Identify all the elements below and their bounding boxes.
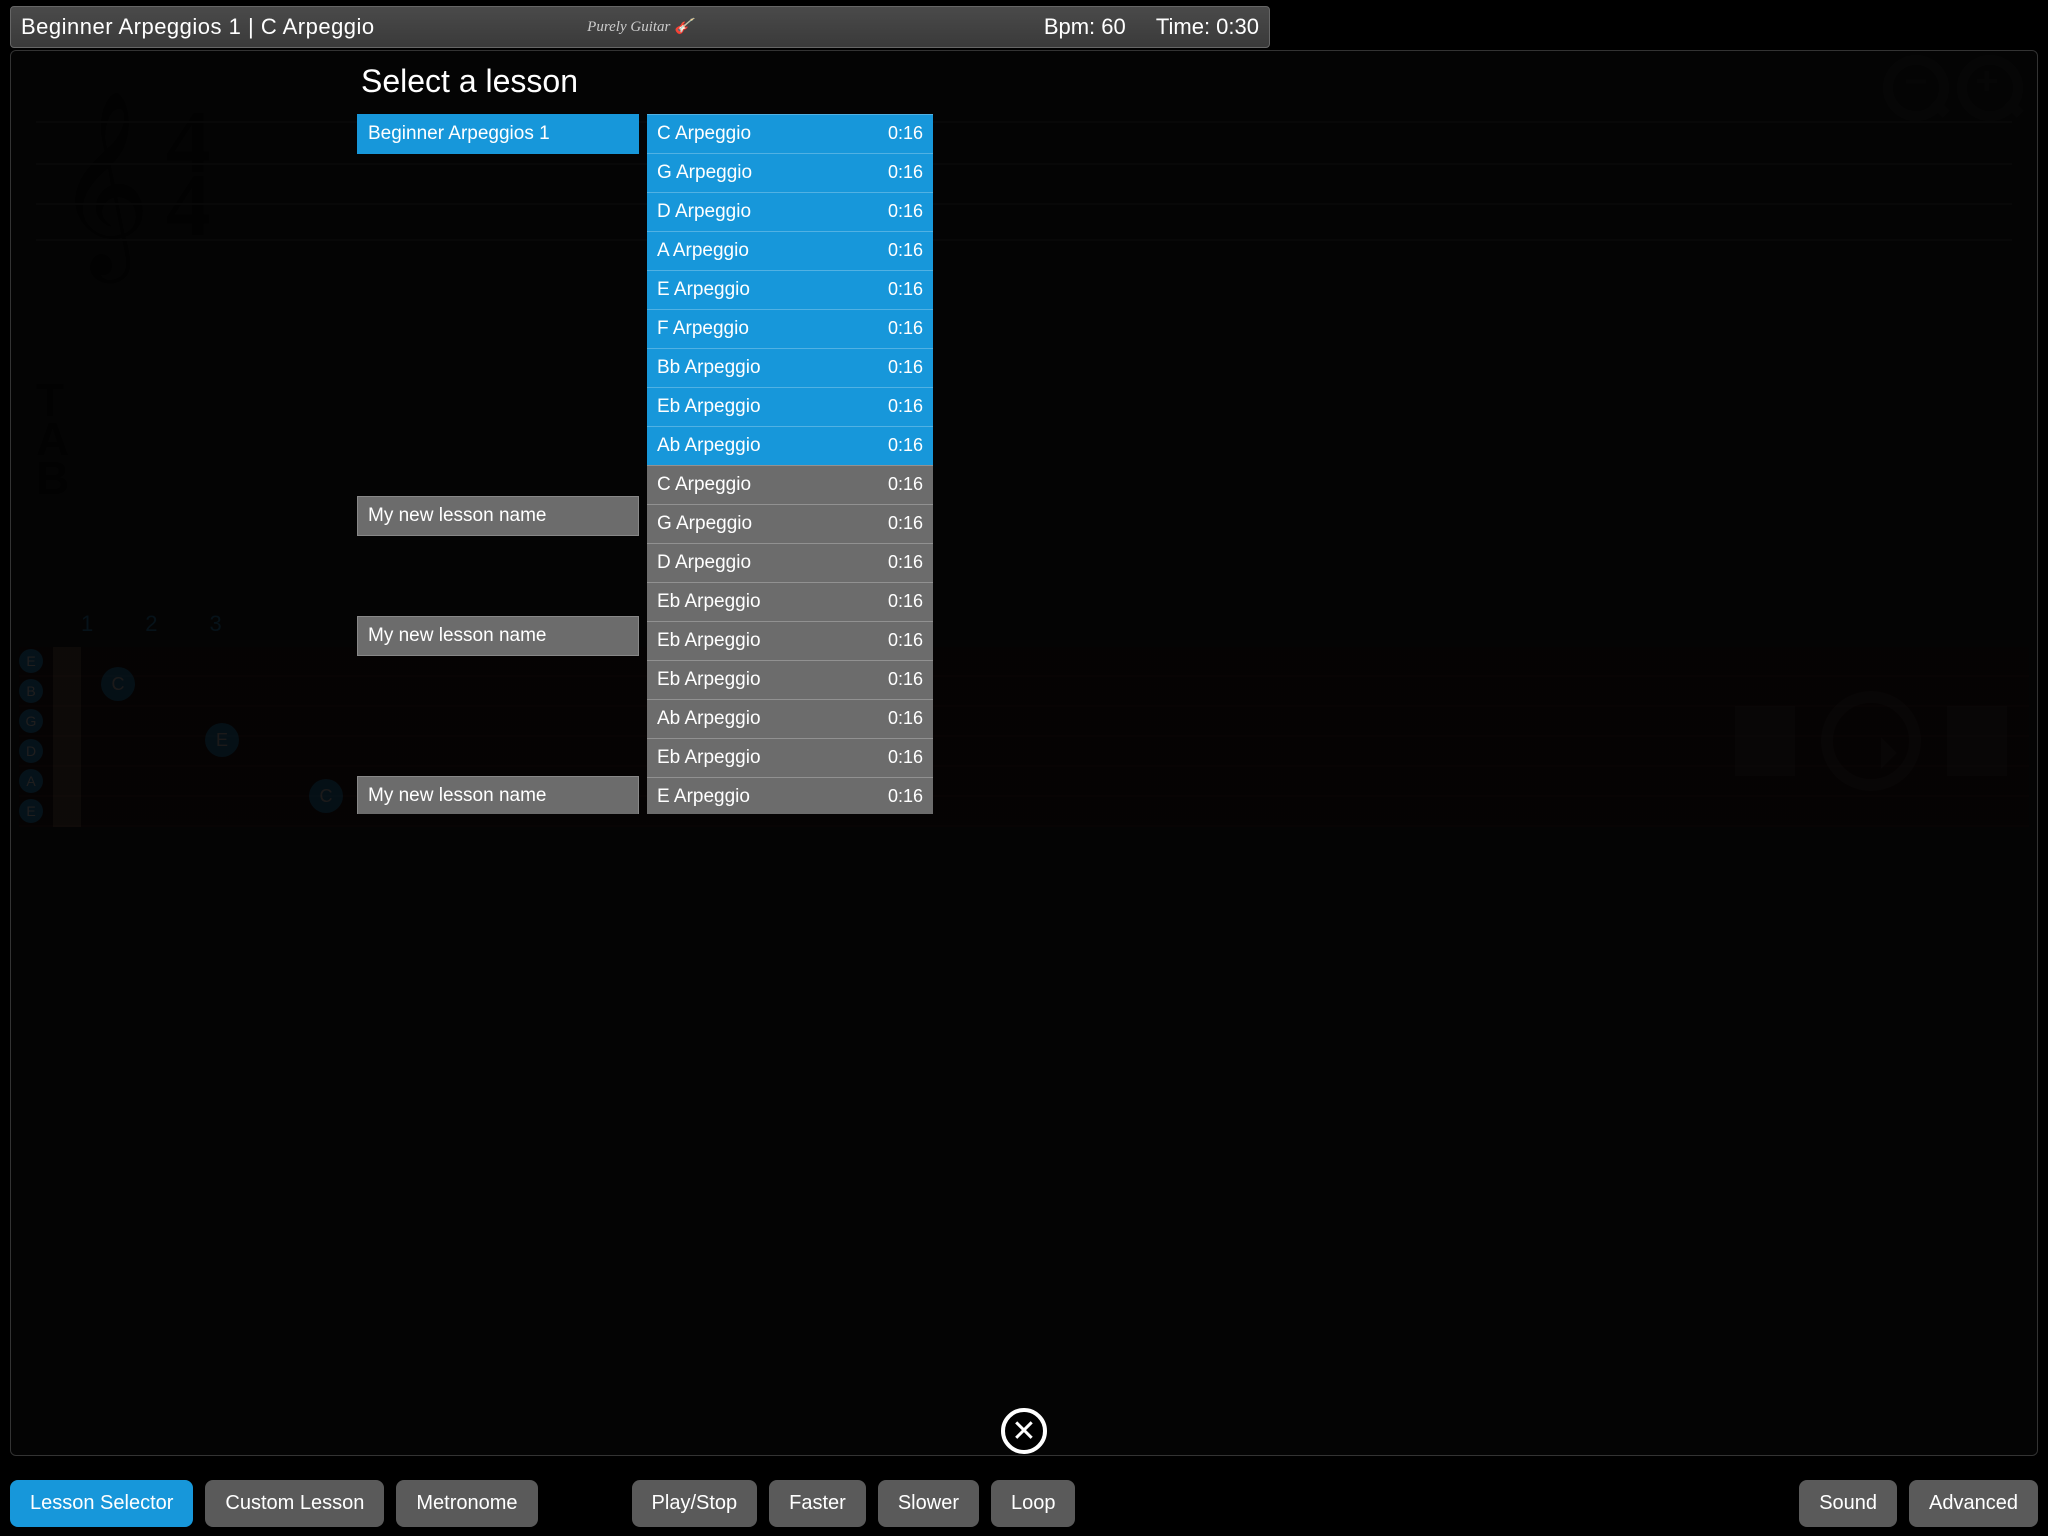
lesson-item-name: Eb Arpeggio — [657, 630, 761, 652]
lesson-item-duration: 0:16 — [888, 435, 923, 457]
dialog-heading: Select a lesson — [361, 63, 937, 100]
lesson-item-duration: 0:16 — [888, 669, 923, 691]
brand-logo: Purely Guitar 🎸 — [587, 20, 693, 35]
lesson-item[interactable]: Eb Arpeggio 0:16 — [647, 738, 933, 777]
lesson-pack-item[interactable]: My new lesson name — [357, 616, 639, 656]
lesson-item-duration: 0:16 — [888, 318, 923, 340]
bottom-toolbar: Lesson Selector Custom Lesson Metronome … — [10, 1476, 2038, 1530]
faster-button[interactable]: Faster — [769, 1480, 866, 1527]
lesson-item-name: E Arpeggio — [657, 786, 750, 808]
lesson-item-duration: 0:16 — [888, 708, 923, 730]
lesson-pack-item[interactable]: My new lesson name — [357, 776, 639, 814]
advanced-button[interactable]: Advanced — [1909, 1480, 2038, 1527]
lesson-pack-item[interactable]: Beginner Arpeggios 1 — [357, 114, 639, 154]
lesson-item[interactable]: A Arpeggio 0:16 — [647, 231, 933, 270]
modal-backdrop — [11, 51, 2037, 1455]
lesson-item[interactable]: D Arpeggio 0:16 — [647, 192, 933, 231]
lesson-item-duration: 0:16 — [888, 279, 923, 301]
loop-button[interactable]: Loop — [991, 1480, 1076, 1527]
lesson-item[interactable]: Eb Arpeggio 0:16 — [647, 660, 933, 699]
lesson-item[interactable]: C Arpeggio 0:16 — [647, 465, 933, 504]
lesson-selector-button[interactable]: Lesson Selector — [10, 1480, 193, 1527]
lesson-item[interactable]: E Arpeggio 0:16 — [647, 270, 933, 309]
lesson-item-duration: 0:16 — [888, 201, 923, 223]
lesson-item[interactable]: G Arpeggio 0:16 — [647, 504, 933, 543]
lesson-item-name: Bb Arpeggio — [657, 357, 761, 379]
time-label: Time: 0:30 — [1156, 14, 1259, 39]
metronome-button[interactable]: Metronome — [396, 1480, 537, 1527]
page-title: Beginner Arpeggios 1 | C Arpeggio — [21, 14, 375, 40]
lesson-item-name: D Arpeggio — [657, 552, 751, 574]
custom-lesson-button[interactable]: Custom Lesson — [205, 1480, 384, 1527]
lesson-item-name: Eb Arpeggio — [657, 747, 761, 769]
top-bar: Beginner Arpeggios 1 | C Arpeggio Purely… — [10, 6, 1270, 48]
lesson-item-name: Eb Arpeggio — [657, 591, 761, 613]
lesson-item-name: Ab Arpeggio — [657, 435, 761, 457]
lesson-item-duration: 0:16 — [888, 396, 923, 418]
lesson-item[interactable]: C Arpeggio 0:16 — [647, 114, 933, 153]
lesson-item[interactable]: Bb Arpeggio 0:16 — [647, 348, 933, 387]
play-stop-button[interactable]: Play/Stop — [632, 1480, 758, 1527]
lesson-item[interactable]: F Arpeggio 0:16 — [647, 309, 933, 348]
lesson-item-duration: 0:16 — [888, 552, 923, 574]
lesson-list[interactable]: C Arpeggio 0:16 G Arpeggio 0:16 D Arpeggio 0:… — [647, 114, 933, 814]
lesson-item-duration: 0:16 — [888, 474, 923, 496]
lesson-item[interactable]: E Arpeggio 0:16 — [647, 777, 933, 814]
lesson-item-duration: 0:16 — [888, 240, 923, 262]
lesson-item-name: D Arpeggio — [657, 201, 751, 223]
notation-stage: 𝄞 4 4 T A B 1 2 3 E B G D A E C E C Sele… — [10, 50, 2038, 1456]
lesson-item-duration: 0:16 — [888, 123, 923, 145]
lesson-item[interactable]: Ab Arpeggio 0:16 — [647, 426, 933, 465]
lesson-item-name: F Arpeggio — [657, 318, 749, 340]
lesson-item-duration: 0:16 — [888, 357, 923, 379]
lesson-item-duration: 0:16 — [888, 630, 923, 652]
lesson-item-duration: 0:16 — [888, 513, 923, 535]
lesson-pack-list[interactable]: Beginner Arpeggios 1 My new lesson name My… — [357, 114, 639, 814]
lesson-item-name: Eb Arpeggio — [657, 396, 761, 418]
lesson-pack-item[interactable]: My new lesson name — [357, 496, 639, 536]
lesson-item[interactable]: Eb Arpeggio 0:16 — [647, 582, 933, 621]
lesson-item-duration: 0:16 — [888, 747, 923, 769]
lesson-item-name: C Arpeggio — [657, 123, 751, 145]
lesson-item[interactable]: Eb Arpeggio 0:16 — [647, 387, 933, 426]
lesson-item-name: E Arpeggio — [657, 279, 750, 301]
lesson-item-name: G Arpeggio — [657, 162, 752, 184]
bpm-label: Bpm: 60 — [1044, 14, 1126, 39]
slower-button[interactable]: Slower — [878, 1480, 979, 1527]
lesson-item-name: C Arpeggio — [657, 474, 751, 496]
lesson-item[interactable]: G Arpeggio 0:16 — [647, 153, 933, 192]
lesson-item-name: Eb Arpeggio — [657, 669, 761, 691]
lesson-item-name: Ab Arpeggio — [657, 708, 761, 730]
lesson-item-name: G Arpeggio — [657, 513, 752, 535]
lesson-item-duration: 0:16 — [888, 591, 923, 613]
lesson-item[interactable]: Eb Arpeggio 0:16 — [647, 621, 933, 660]
lesson-item-duration: 0:16 — [888, 162, 923, 184]
lesson-item-duration: 0:16 — [888, 786, 923, 808]
close-dialog-button[interactable]: ✕ — [1001, 1408, 1047, 1454]
lesson-item-name: A Arpeggio — [657, 240, 749, 262]
lesson-selector-dialog: Select a lesson Beginner Arpeggios 1 My n… — [357, 63, 937, 833]
lesson-item[interactable]: D Arpeggio 0:16 — [647, 543, 933, 582]
lesson-item[interactable]: Ab Arpeggio 0:16 — [647, 699, 933, 738]
sound-button[interactable]: Sound — [1799, 1480, 1897, 1527]
